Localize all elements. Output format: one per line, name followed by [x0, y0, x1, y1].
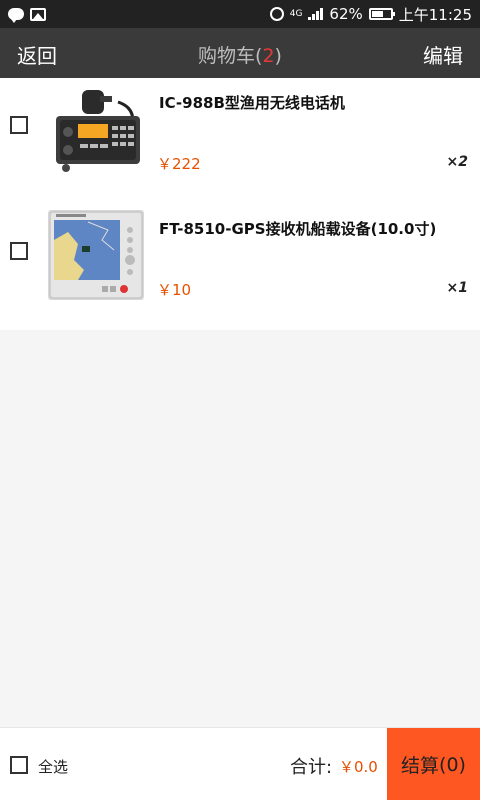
total-value: ￥0.0	[339, 758, 378, 776]
gps-chart-plotter-image	[48, 210, 144, 300]
checkout-button[interactable]: 结算 (0)	[387, 728, 480, 800]
item-quantity: ×2	[446, 154, 468, 170]
select-all-label[interactable]: 全选	[38, 756, 68, 777]
checkout-count: (0)	[439, 753, 466, 776]
status-bar: 4G 62% 上午11:25	[0, 0, 480, 28]
chat-icon	[8, 8, 24, 23]
battery-icon	[368, 8, 395, 20]
alarm-icon	[269, 7, 284, 21]
image-icon	[30, 7, 46, 21]
item-checkbox[interactable]	[10, 116, 28, 134]
item-checkbox[interactable]	[10, 242, 28, 260]
signal-icon	[308, 8, 324, 20]
page-title: 购物车(2)	[0, 41, 480, 68]
cart-item[interactable]: FT-8510-GPS接收机船载设备(10.0寸) ￥10 ×1	[0, 204, 480, 330]
clock: 上午11:25	[398, 5, 472, 24]
item-price: ￥222	[157, 155, 201, 173]
checkout-label: 结算	[401, 755, 440, 777]
item-price: ￥10	[157, 281, 192, 299]
total-label: 合计:	[290, 757, 333, 778]
battery-level	[371, 11, 383, 17]
cart-list: IC-988B型渔用无线电话机 ￥222 ×2 FT-8510-GPS接收机船载…	[0, 78, 480, 330]
item-name: FT-8510-GPS接收机船载设备(10.0寸)	[159, 220, 437, 238]
marine-radio-image	[48, 86, 144, 176]
page-title-text: 购物车	[198, 45, 256, 67]
cart-count: 2	[262, 45, 275, 67]
item-name: IC-988B型渔用无线电话机	[159, 94, 345, 112]
network-type: 4G	[289, 9, 303, 19]
bottom-bar: 全选 合计: ￥0.0 结算 (0)	[0, 727, 480, 800]
battery-percent: 62%	[329, 5, 363, 23]
select-all-checkbox[interactable]	[10, 756, 28, 774]
cart-count-close: )	[274, 45, 282, 67]
title-bar: 返回 购物车(2) 编辑	[0, 28, 480, 78]
item-quantity: ×1	[446, 280, 468, 296]
cart-item[interactable]: IC-988B型渔用无线电话机 ￥222 ×2	[0, 78, 480, 204]
edit-button[interactable]: 编辑	[423, 40, 463, 69]
